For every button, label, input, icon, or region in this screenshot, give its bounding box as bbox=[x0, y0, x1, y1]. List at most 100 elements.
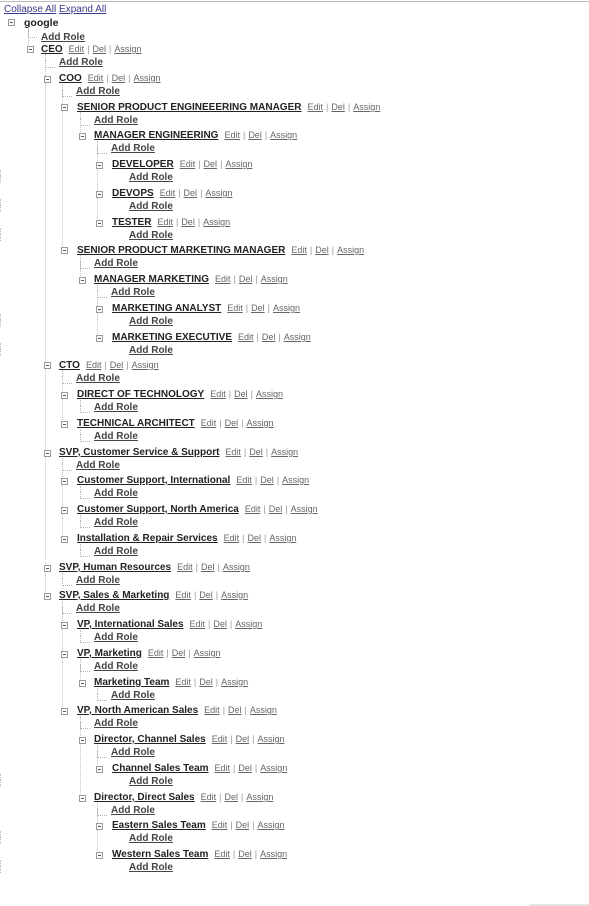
add-role-link[interactable]: Add Role bbox=[76, 603, 120, 614]
add-role-link[interactable]: Add Role bbox=[129, 201, 173, 212]
role-name-link[interactable]: Eastern Sales Team bbox=[112, 820, 206, 831]
role-name-link[interactable]: MANAGER ENGINEERING bbox=[94, 130, 218, 141]
delete-link[interactable]: Del bbox=[204, 159, 218, 169]
collapse-toggle-icon[interactable] bbox=[27, 46, 34, 53]
edit-link[interactable]: Edit bbox=[86, 360, 102, 370]
add-role-link[interactable]: Add Role bbox=[94, 661, 138, 672]
edit-link[interactable]: Edit bbox=[212, 820, 228, 830]
role-name-link[interactable]: MANAGER MARKETING bbox=[94, 274, 209, 285]
edit-link[interactable]: Edit bbox=[204, 705, 220, 715]
edit-link[interactable]: Edit bbox=[224, 130, 240, 140]
assign-link[interactable]: Assign bbox=[114, 44, 141, 54]
assign-link[interactable]: Assign bbox=[203, 217, 230, 227]
collapse-toggle-icon[interactable] bbox=[61, 104, 68, 111]
role-name-link[interactable]: VP, North American Sales bbox=[77, 705, 198, 716]
add-role-link[interactable]: Add Role bbox=[76, 373, 120, 384]
edit-link[interactable]: Edit bbox=[190, 619, 206, 629]
role-name-link[interactable]: SVP, Sales & Marketing bbox=[59, 590, 169, 601]
assign-link[interactable]: Assign bbox=[132, 360, 159, 370]
add-role-link[interactable]: Add Role bbox=[94, 718, 138, 729]
edit-link[interactable]: Edit bbox=[215, 763, 231, 773]
assign-link[interactable]: Assign bbox=[235, 619, 262, 629]
delete-link[interactable]: Del bbox=[251, 303, 265, 313]
role-name-link[interactable]: SVP, Customer Service & Support bbox=[59, 447, 219, 458]
role-name-link[interactable]: MARKETING ANALYST bbox=[112, 303, 221, 314]
collapse-toggle-icon[interactable] bbox=[44, 593, 51, 600]
edit-link[interactable]: Edit bbox=[245, 504, 261, 514]
assign-link[interactable]: Assign bbox=[282, 475, 309, 485]
add-role-link[interactable]: Add Role bbox=[94, 632, 138, 643]
collapse-toggle-icon[interactable] bbox=[61, 247, 68, 254]
role-name-link[interactable]: Marketing Team bbox=[94, 677, 169, 688]
collapse-toggle-icon[interactable] bbox=[96, 191, 103, 198]
assign-link[interactable]: Assign bbox=[256, 389, 283, 399]
edit-link[interactable]: Edit bbox=[236, 475, 252, 485]
delete-link[interactable]: Del bbox=[238, 849, 252, 859]
collapse-toggle-icon[interactable] bbox=[96, 306, 103, 313]
collapse-toggle-icon[interactable] bbox=[96, 766, 103, 773]
delete-link[interactable]: Del bbox=[247, 533, 261, 543]
role-name-link[interactable]: DEVELOPER bbox=[112, 159, 174, 170]
delete-link[interactable]: Del bbox=[199, 677, 213, 687]
add-role-link[interactable]: Add Role bbox=[111, 143, 155, 154]
delete-link[interactable]: Del bbox=[224, 792, 238, 802]
edit-link[interactable]: Edit bbox=[224, 533, 240, 543]
delete-link[interactable]: Del bbox=[239, 274, 253, 284]
add-role-link[interactable]: Add Role bbox=[129, 316, 173, 327]
edit-link[interactable]: Edit bbox=[175, 590, 191, 600]
assign-link[interactable]: Assign bbox=[270, 130, 297, 140]
role-name-link[interactable]: Western Sales Team bbox=[112, 849, 208, 860]
collapse-toggle-icon[interactable] bbox=[44, 565, 51, 572]
edit-link[interactable]: Edit bbox=[291, 245, 307, 255]
assign-link[interactable]: Assign bbox=[246, 792, 273, 802]
collapse-toggle-icon[interactable] bbox=[61, 392, 68, 399]
edit-link[interactable]: Edit bbox=[160, 188, 176, 198]
role-name-link[interactable]: MARKETING EXECUTIVE bbox=[112, 332, 232, 343]
role-name-link[interactable]: DEVOPS bbox=[112, 188, 154, 199]
collapse-toggle-icon[interactable] bbox=[61, 478, 68, 485]
assign-link[interactable]: Assign bbox=[250, 705, 277, 715]
collapse-toggle-icon[interactable] bbox=[79, 680, 86, 687]
assign-link[interactable]: Assign bbox=[134, 73, 161, 83]
delete-link[interactable]: Del bbox=[172, 648, 186, 658]
assign-link[interactable]: Assign bbox=[260, 763, 287, 773]
role-name-link[interactable]: Installation & Repair Services bbox=[77, 533, 218, 544]
assign-link[interactable]: Assign bbox=[337, 245, 364, 255]
add-role-link[interactable]: Add Role bbox=[129, 345, 173, 356]
assign-link[interactable]: Assign bbox=[260, 849, 287, 859]
add-role-link[interactable]: Add Role bbox=[76, 575, 120, 586]
delete-link[interactable]: Del bbox=[315, 245, 329, 255]
collapse-toggle-icon[interactable] bbox=[61, 708, 68, 715]
add-role-link[interactable]: Add Role bbox=[111, 747, 155, 758]
add-role-link[interactable]: Add Role bbox=[94, 431, 138, 442]
collapse-toggle-icon[interactable] bbox=[44, 362, 51, 369]
edit-link[interactable]: Edit bbox=[88, 73, 104, 83]
collapse-toggle-icon[interactable] bbox=[61, 651, 68, 658]
assign-link[interactable]: Assign bbox=[261, 274, 288, 284]
add-role-link[interactable]: Add Role bbox=[94, 258, 138, 269]
edit-link[interactable]: Edit bbox=[225, 447, 241, 457]
add-role-link[interactable]: Add Role bbox=[129, 862, 173, 873]
delete-link[interactable]: Del bbox=[213, 619, 227, 629]
collapse-toggle-icon[interactable] bbox=[44, 76, 51, 83]
edit-link[interactable]: Edit bbox=[180, 159, 196, 169]
edit-link[interactable]: Edit bbox=[69, 44, 85, 54]
add-role-link[interactable]: Add Role bbox=[94, 546, 138, 557]
edit-link[interactable]: Edit bbox=[157, 217, 173, 227]
edit-link[interactable]: Edit bbox=[148, 648, 164, 658]
collapse-toggle-icon[interactable] bbox=[79, 795, 86, 802]
collapse-toggle-icon[interactable] bbox=[96, 335, 103, 342]
collapse-toggle-icon[interactable] bbox=[96, 220, 103, 227]
collapse-toggle-icon[interactable] bbox=[61, 507, 68, 514]
add-role-link[interactable]: Add Role bbox=[94, 402, 138, 413]
delete-link[interactable]: Del bbox=[110, 360, 124, 370]
delete-link[interactable]: Del bbox=[201, 562, 215, 572]
add-role-link[interactable]: Add Role bbox=[129, 230, 173, 241]
delete-link[interactable]: Del bbox=[93, 44, 107, 54]
assign-link[interactable]: Assign bbox=[225, 159, 252, 169]
add-role-link[interactable]: Add Role bbox=[111, 690, 155, 701]
delete-link[interactable]: Del bbox=[238, 763, 252, 773]
delete-link[interactable]: Del bbox=[248, 130, 262, 140]
delete-link[interactable]: Del bbox=[236, 820, 250, 830]
collapse-toggle-icon[interactable] bbox=[96, 162, 103, 169]
